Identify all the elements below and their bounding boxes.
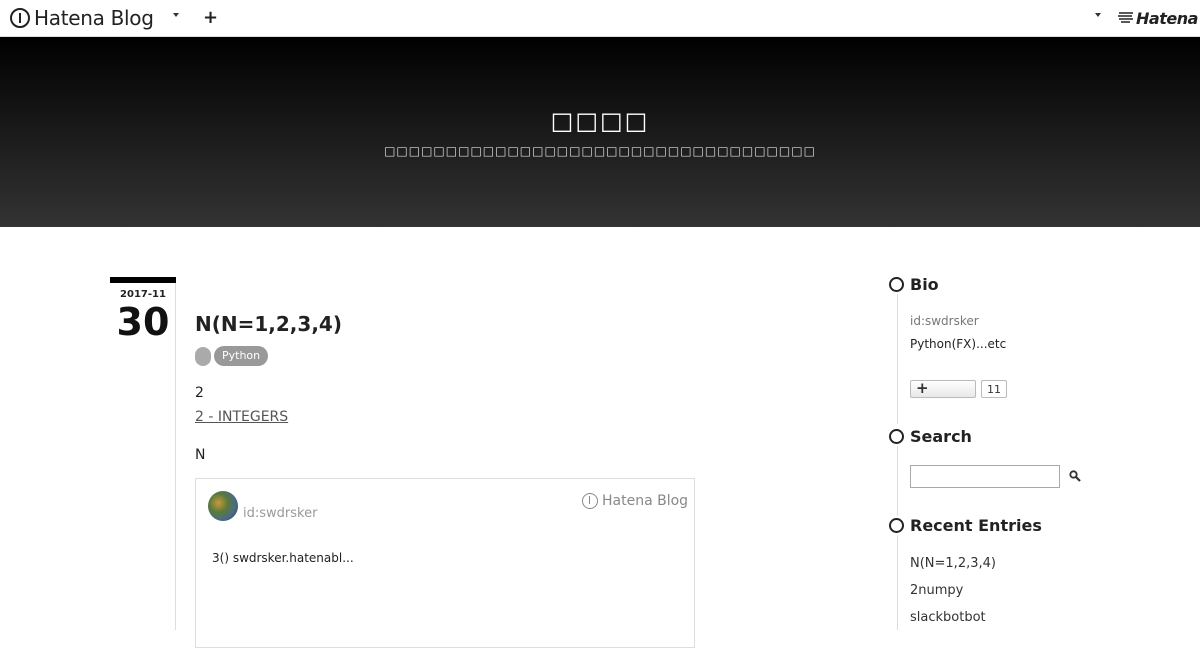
recent-entry-link[interactable]: slackbotbot: [910, 610, 986, 625]
blog-title[interactable]: □□□□: [0, 107, 1200, 135]
entry-paragraph: 2: [195, 385, 204, 401]
entry-date-year-month: 2017-11: [120, 289, 166, 300]
sidebar-heading-search: Search: [889, 427, 972, 446]
circle-icon: [889, 518, 904, 533]
recent-entry-link[interactable]: 2numpy: [910, 583, 963, 598]
entry-link[interactable]: 2 - INTEGERS: [195, 409, 288, 425]
entry-date[interactable]: 2017-11 30: [110, 277, 176, 342]
embed-logo-text: Hatena Blog: [602, 493, 689, 509]
sidebar-heading-label: Recent Entries: [910, 516, 1042, 535]
sidebar-line: [897, 446, 898, 516]
follow-button[interactable]: +: [910, 380, 976, 398]
blog-card-embed[interactable]: id:swdrsker Hatena Blog 3() swdrsker.hat…: [195, 478, 695, 648]
entry-date-day: 30: [116, 300, 170, 344]
user-menu-caret-icon[interactable]: [1095, 13, 1101, 17]
sidebar-heading-recent-entries: Recent Entries: [889, 516, 1042, 535]
search-input[interactable]: [910, 465, 1060, 488]
write-new-entry-button[interactable]: +: [203, 8, 218, 28]
embed-user-id[interactable]: id:swdrsker: [243, 506, 317, 521]
hatena-logo-icon[interactable]: [1118, 11, 1134, 23]
blog-description: □□□□□□□□□□□□□□□□□□□□□□□□□□□□□□□□□□□: [384, 144, 816, 158]
hatena-topbar: Hatena Blog + Hatena: [0, 0, 1200, 37]
hatena-logo-text[interactable]: Hatena: [1136, 9, 1198, 28]
category-icon: [195, 347, 211, 366]
entry-title[interactable]: N(N=1,2,3,4): [195, 312, 342, 336]
hatena-blog-logo-icon: [582, 493, 598, 509]
circle-icon: [889, 429, 904, 444]
embed-excerpt[interactable]: 3() swdrsker.hatenabl...: [212, 551, 354, 565]
circle-icon: [889, 277, 904, 292]
date-bar: [110, 277, 176, 283]
hatena-blog-logo-text: Hatena Blog: [34, 6, 154, 30]
blog-header: □□□□ □□□□□□□□□□□□□□□□□□□□□□□□□□□□□□□□□□□: [0, 37, 1200, 227]
sidebar-heading-label: Bio: [910, 275, 939, 294]
category-tag[interactable]: Python: [214, 346, 269, 366]
bio-text: Python(FX)...etc: [910, 337, 1007, 351]
sidebar-line: [897, 535, 898, 630]
entry-paragraph: N: [195, 447, 206, 463]
hatena-blog-logo[interactable]: Hatena Blog: [10, 6, 154, 30]
entry-divider: [175, 283, 176, 630]
recent-entry-link[interactable]: N(N=1,2,3,4): [910, 556, 996, 571]
embed-hatena-blog-logo[interactable]: Hatena Blog: [582, 493, 688, 509]
sidebar-heading-label: Search: [910, 427, 972, 446]
follower-count[interactable]: 11: [981, 380, 1007, 398]
sidebar-heading-bio: Bio: [889, 275, 939, 294]
search-icon[interactable]: [1069, 470, 1081, 482]
blog-menu-caret-icon[interactable]: [173, 13, 179, 17]
bio-user-id[interactable]: id:swdrsker: [910, 314, 979, 328]
hatena-blog-logo-icon: [10, 8, 30, 28]
avatar[interactable]: [208, 491, 238, 521]
sidebar-line: [897, 294, 898, 424]
